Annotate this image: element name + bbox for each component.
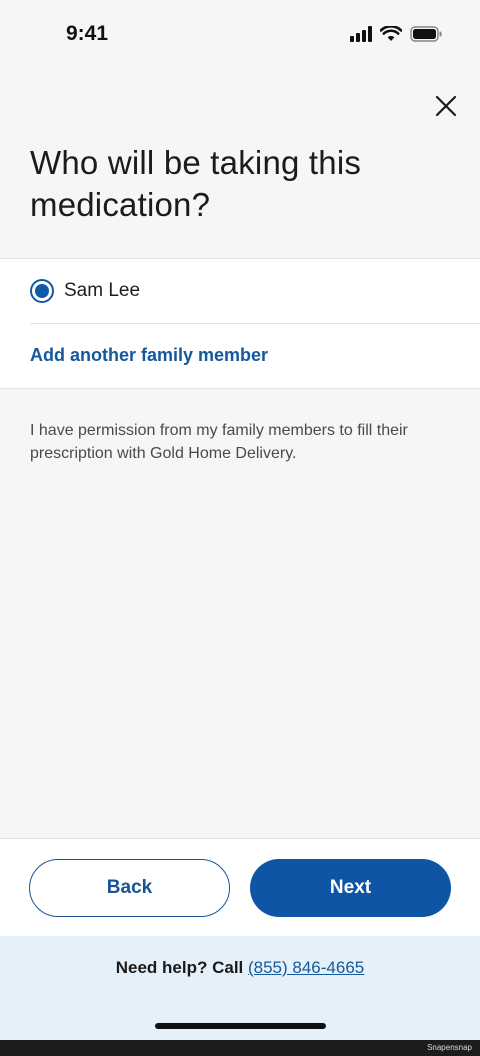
help-text: Need help? Call (855) 846-4665: [0, 958, 480, 978]
battery-icon: [410, 26, 442, 42]
close-button[interactable]: [428, 88, 464, 124]
radio-selected-dot: [35, 284, 49, 298]
next-button[interactable]: Next: [250, 859, 451, 917]
member-name: Sam Lee: [64, 280, 141, 301]
radio-button[interactable]: [30, 279, 54, 303]
watermark: Snapensnap: [427, 1043, 472, 1052]
bottom-strip: [0, 1040, 480, 1056]
family-member-options: Sam Lee Add another family member: [0, 258, 480, 389]
signal-icon: [350, 26, 372, 42]
wifi-icon: [380, 26, 402, 41]
back-button[interactable]: Back: [29, 859, 230, 917]
permission-statement: I have permission from my family members…: [30, 422, 408, 462]
member-option-sam-lee[interactable]: Sam Lee: [30, 259, 480, 324]
status-icons: [350, 26, 442, 42]
help-prefix: Need help? Call: [115, 958, 248, 977]
footer-actions: Back Next: [0, 838, 480, 936]
add-family-member-link[interactable]: Add another family member: [30, 345, 268, 366]
close-icon: [435, 95, 457, 117]
help-phone-link[interactable]: (855) 846-4665: [248, 958, 364, 977]
home-indicator: [155, 1023, 326, 1029]
status-bar: 9:41: [0, 0, 480, 72]
status-time: 9:41: [66, 22, 109, 45]
page-title: Who will be taking this medication?: [30, 144, 362, 223]
